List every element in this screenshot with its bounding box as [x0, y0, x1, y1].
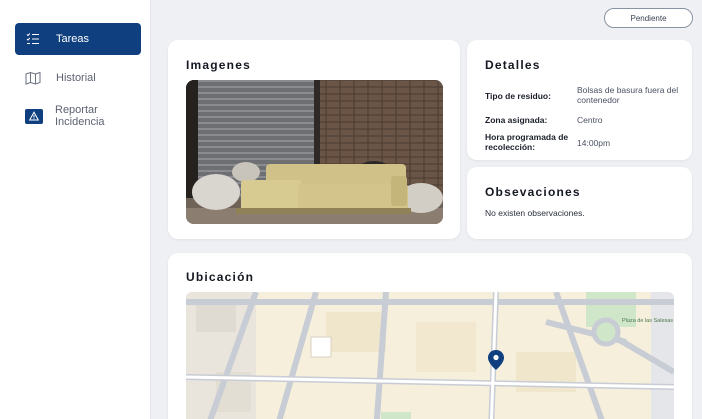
- sidebar-item-reportar-incidencia[interactable]: Reportar Incidencia: [15, 100, 141, 132]
- observations-title: Obsevaciones: [485, 185, 581, 199]
- detail-row-scheduled-time: Hora programada de recolección: 14:00pm: [485, 132, 682, 152]
- detail-value: Bolsas de basura fuera del contenedor: [577, 85, 679, 105]
- detail-value: Centro: [577, 115, 603, 125]
- sidebar-item-label: Tareas: [56, 33, 90, 45]
- detail-row-zone: Zona asignada: Centro: [485, 115, 682, 125]
- observations-text: No existen observaciones.: [485, 208, 585, 218]
- images-card: Imagenes: [168, 40, 460, 239]
- detail-value: 14:00pm: [577, 138, 611, 148]
- detail-label: Tipo de residuo:: [485, 91, 551, 101]
- images-title: Imagenes: [186, 58, 251, 72]
- detail-label: Hora programada de recolección:: [485, 132, 569, 152]
- map-book-icon: [24, 69, 42, 87]
- observations-card: Obsevaciones No existen observaciones.: [467, 167, 692, 239]
- details-card: Detalles Tipo de residuo: Bolsas de basu…: [467, 40, 692, 160]
- sidebar-item-historial[interactable]: Historial: [15, 62, 141, 94]
- warning-icon: [25, 107, 43, 125]
- location-map[interactable]: Plaza de las Salesas: [186, 292, 674, 419]
- waste-photo[interactable]: [186, 80, 443, 224]
- sidebar-item-label: Historial: [56, 72, 96, 84]
- location-title: Ubicación: [186, 270, 255, 284]
- detail-label: Zona asignada:: [485, 115, 548, 125]
- sidebar-item-tareas[interactable]: Tareas: [15, 23, 141, 55]
- location-card: Ubicación Plaza de las Salesas: [168, 253, 692, 419]
- details-title: Detalles: [485, 58, 541, 72]
- sidebar: Tareas Historial Reportar Incidencia: [0, 0, 151, 419]
- status-badge[interactable]: Pendiente: [604, 8, 693, 28]
- map-poi-label: Plaza de las Salesas: [622, 318, 673, 324]
- detail-row-waste-type: Tipo de residuo: Bolsas de basura fuera …: [485, 85, 682, 105]
- sidebar-item-label: Reportar Incidencia: [55, 104, 105, 128]
- task-list-icon: [24, 30, 42, 48]
